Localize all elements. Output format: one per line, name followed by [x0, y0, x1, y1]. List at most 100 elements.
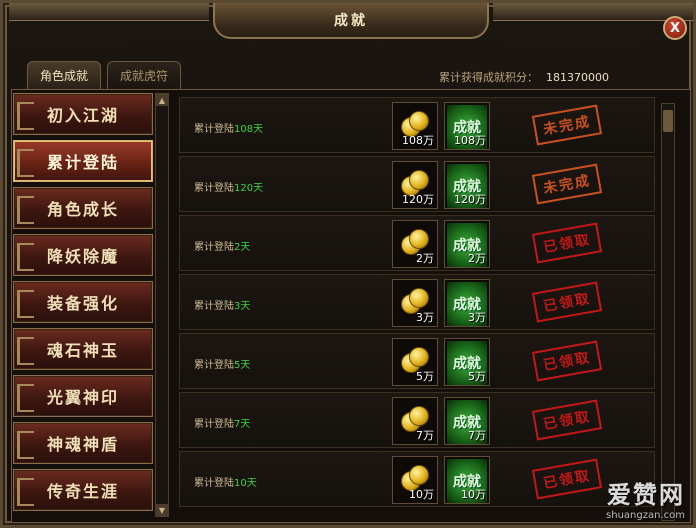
requirement-text: 累计登陆2天: [194, 238, 250, 253]
watermark: 爱赞网 shuangzan.com: [606, 475, 685, 521]
achievement-points-reward[interactable]: 成就 7万: [444, 397, 490, 445]
coin-reward[interactable]: 7万: [392, 397, 438, 445]
requirement-text: 累计登陆7天: [194, 415, 250, 430]
achievement-row: 累计登陆108天 108万 成就 108万 未完成: [179, 97, 655, 153]
points-amount: 3万: [468, 311, 486, 324]
points-amount: 5万: [468, 370, 486, 383]
status-stamp: 未完成: [531, 104, 603, 146]
achievement-points-reward[interactable]: 成就 5万: [444, 338, 490, 386]
requirement-prefix: 累计登陆: [194, 183, 234, 194]
coin-amount: 5万: [416, 370, 434, 383]
coin-reward[interactable]: 10万: [392, 456, 438, 504]
scroll-thumb[interactable]: [663, 110, 673, 132]
category-button[interactable]: 初入江湖: [13, 93, 153, 135]
title-ornament-left: [9, 3, 209, 21]
coin-amount: 120万: [402, 193, 434, 206]
window-title: 成就: [334, 13, 368, 29]
achievement-points-reward[interactable]: 成就 108万: [444, 102, 490, 150]
achievement-row: 累计登陆2天 2万 成就 2万 已领取: [179, 215, 655, 271]
coin-reward[interactable]: 2万: [392, 220, 438, 268]
watermark-url: shuangzan.com: [606, 510, 685, 521]
achievement-row: 累计登陆3天 3万 成就 3万 已领取: [179, 274, 655, 330]
achievement-row: 累计登陆10天 10万 成就 10万 已领取: [179, 451, 655, 507]
coin-amount: 108万: [402, 134, 434, 147]
tab-character-achievements[interactable]: 角色成就: [27, 61, 101, 89]
category-button[interactable]: 神魂神盾: [13, 422, 153, 464]
coin-amount: 10万: [409, 488, 434, 501]
coin-amount: 2万: [416, 252, 434, 265]
points-amount: 10万: [461, 488, 486, 501]
requirement-value: 108天: [234, 124, 264, 135]
category-label: 初入江湖: [46, 106, 119, 125]
achievement-window: 成就 X 角色成就 成就虎符 累计获得成就积分： 181370000 初入江湖 累…: [0, 0, 696, 528]
requirement-text: 累计登陆3天: [194, 297, 250, 312]
coin-amount: 7万: [416, 429, 434, 442]
list-scrollbar[interactable]: [661, 103, 675, 521]
requirement-prefix: 累计登陆: [194, 301, 234, 312]
category-label: 装备强化: [46, 294, 119, 313]
status-stamp: 已领取: [531, 340, 603, 382]
total-points-label: 累计获得成就积分：: [439, 71, 538, 84]
points-amount: 120万: [454, 193, 486, 206]
status-stamp: 已领取: [531, 222, 603, 264]
category-button[interactable]: 降妖除魔: [13, 234, 153, 276]
requirement-prefix: 累计登陆: [194, 419, 234, 430]
points-amount: 7万: [468, 429, 486, 442]
requirement-prefix: 累计登陆: [194, 124, 234, 135]
category-button[interactable]: 装备强化: [13, 281, 153, 323]
category-label: 累计登陆: [46, 153, 119, 172]
status-stamp: 未完成: [531, 163, 603, 205]
achievement-list: 累计登陆108天 108万 成就 108万 未完成 累计登陆120天 120万 …: [179, 97, 657, 521]
scroll-down-arrow[interactable]: ▼: [156, 504, 168, 516]
requirement-value: 10天: [234, 478, 257, 489]
coin-reward[interactable]: 120万: [392, 161, 438, 209]
category-label: 光翼神印: [46, 388, 119, 407]
requirement-value: 120天: [234, 183, 264, 194]
achievement-row: 累计登陆7天 7万 成就 7万 已领取: [179, 392, 655, 448]
coin-reward[interactable]: 3万: [392, 279, 438, 327]
tab-achievement-tiger-tally[interactable]: 成就虎符: [107, 61, 181, 89]
total-points-value: 181370000: [546, 71, 609, 84]
category-label: 魂石神玉: [46, 341, 119, 360]
achievement-row: 累计登陆120天 120万 成就 120万 未完成: [179, 156, 655, 212]
requirement-text: 累计登陆10天: [194, 474, 257, 489]
category-sidebar: 初入江湖 累计登陆 角色成长 降妖除魔 装备强化 魂石神玉 光翼神印 神魂神盾 …: [13, 93, 153, 519]
requirement-text: 累计登陆120天: [194, 179, 263, 194]
title-banner: 成就: [213, 3, 489, 39]
status-stamp: 已领取: [531, 458, 603, 500]
title-ornament-right: [493, 3, 693, 21]
category-button[interactable]: 累计登陆: [13, 140, 153, 182]
coin-reward[interactable]: 108万: [392, 102, 438, 150]
points-amount: 2万: [468, 252, 486, 265]
category-button[interactable]: 传奇生涯: [13, 469, 153, 511]
achievement-points-reward[interactable]: 成就 2万: [444, 220, 490, 268]
requirement-value: 7天: [234, 419, 251, 430]
watermark-logo: 爱赞网: [607, 481, 685, 509]
requirement-prefix: 累计登陆: [194, 478, 234, 489]
category-button[interactable]: 光翼神印: [13, 375, 153, 417]
scroll-up-arrow[interactable]: ▲: [156, 94, 168, 106]
requirement-value: 3天: [234, 301, 251, 312]
status-stamp: 已领取: [531, 281, 603, 323]
category-label: 降妖除魔: [46, 247, 119, 266]
status-stamp: 已领取: [531, 399, 603, 441]
total-points: 累计获得成就积分： 181370000: [439, 69, 609, 85]
coin-reward[interactable]: 5万: [392, 338, 438, 386]
category-button[interactable]: 角色成长: [13, 187, 153, 229]
achievement-row: 累计登陆5天 5万 成就 5万 已领取: [179, 333, 655, 389]
achievement-points-reward[interactable]: 成就 10万: [444, 456, 490, 504]
category-label: 传奇生涯: [46, 482, 119, 501]
category-button[interactable]: 魂石神玉: [13, 328, 153, 370]
requirement-text: 累计登陆5天: [194, 356, 250, 371]
requirement-value: 5天: [234, 360, 251, 371]
requirement-text: 累计登陆108天: [194, 120, 263, 135]
requirement-value: 2天: [234, 242, 251, 253]
category-label: 神魂神盾: [46, 435, 119, 454]
category-label: 角色成长: [46, 200, 119, 219]
achievement-points-reward[interactable]: 成就 120万: [444, 161, 490, 209]
sidebar-scrollbar[interactable]: ▲ ▼: [155, 93, 169, 517]
close-button[interactable]: X: [663, 16, 687, 40]
achievement-points-reward[interactable]: 成就 3万: [444, 279, 490, 327]
coin-amount: 3万: [416, 311, 434, 324]
points-amount: 108万: [454, 134, 486, 147]
